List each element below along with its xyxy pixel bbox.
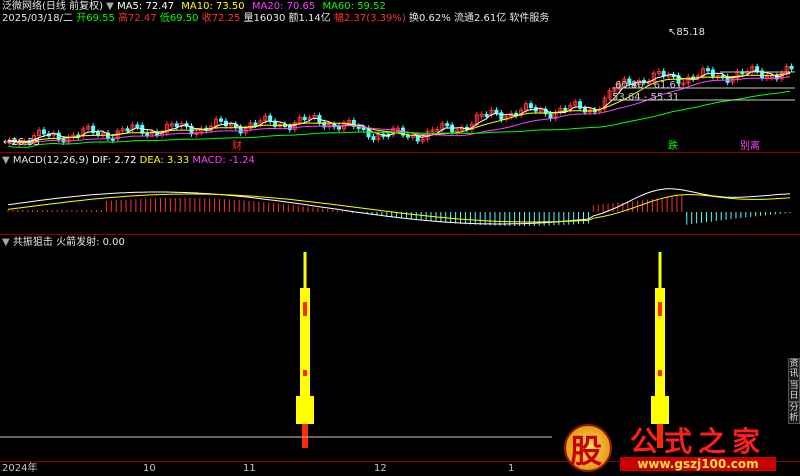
indicator-title[interactable]: 共振狙击 <box>13 237 53 248</box>
candle <box>219 118 224 122</box>
watermark-title: 公式之家 <box>630 425 767 458</box>
macd-title[interactable]: MACD(12,26,9) <box>13 155 89 166</box>
peak-price-label: ↖85.18 <box>668 27 706 38</box>
rocket-window <box>303 302 307 316</box>
candle <box>96 132 101 136</box>
x-axis-label: 12 <box>374 463 387 474</box>
candle <box>41 129 46 135</box>
indicator-rocket: 火箭发射: 0.00 <box>56 237 125 248</box>
x-axis-label: 2024年 <box>2 463 38 474</box>
rocket-base <box>296 396 314 424</box>
rocket-window <box>303 370 307 376</box>
candle <box>361 127 366 131</box>
x-axis-label: 11 <box>243 463 256 474</box>
candle <box>563 107 568 111</box>
macd-dropdown-icon[interactable]: ▼ <box>2 155 10 166</box>
macd-value: MACD: -1.24 <box>192 155 255 166</box>
candle <box>705 68 710 72</box>
price-panel <box>7 63 795 148</box>
panel-divider <box>0 152 800 153</box>
macd-header: ▼ MACD(12,26,9) DIF: 2.72 DEA: 3.33 MACD… <box>2 155 255 167</box>
candle <box>499 112 504 120</box>
box-bottom-label: 53.64 - 55.31 <box>612 92 680 103</box>
watermark-logo: 股 公式之家 www.gszj100.com <box>558 420 798 474</box>
candle <box>135 124 140 128</box>
low-price-label: ←26.33 <box>3 137 41 148</box>
indicator-panel <box>0 252 669 448</box>
x-axis-label: 1 <box>508 463 515 474</box>
candle <box>302 116 307 121</box>
candle <box>494 109 499 114</box>
box-top-label: 60.80 - 61.61 <box>615 80 683 91</box>
candle <box>174 123 179 127</box>
rocket-window <box>658 302 662 316</box>
candle <box>484 113 489 117</box>
signal-bieli: 别离 <box>740 141 760 152</box>
rocket-window <box>658 370 662 376</box>
candle <box>268 115 273 122</box>
watermark-url: www.gszj100.com <box>620 457 776 471</box>
macd-dif: DIF: 2.72 <box>92 155 137 166</box>
candle <box>125 128 130 132</box>
macd-panel <box>7 188 791 226</box>
candle <box>661 70 666 77</box>
candle <box>755 66 760 72</box>
candle <box>371 136 376 141</box>
signal-die: 跌 <box>668 141 678 152</box>
indicator-dropdown-icon[interactable]: ▼ <box>2 237 10 248</box>
candle <box>145 132 150 136</box>
x-axis-label: 10 <box>143 463 156 474</box>
candle <box>445 123 450 127</box>
signal-cai: 财 <box>232 141 242 152</box>
rocket-flame <box>302 424 308 448</box>
candle <box>789 65 794 70</box>
candle <box>337 126 342 130</box>
candle <box>253 122 258 126</box>
macd-dea: DEA: 3.33 <box>139 155 190 166</box>
indicator-header: ▼ 共振狙击 火箭发射: 0.00 <box>2 237 125 249</box>
candle <box>548 113 553 119</box>
panel-divider <box>0 234 800 235</box>
candle <box>528 103 533 109</box>
side-tab-dangri[interactable]: 当日 <box>788 380 800 402</box>
dif-line <box>7 188 791 225</box>
